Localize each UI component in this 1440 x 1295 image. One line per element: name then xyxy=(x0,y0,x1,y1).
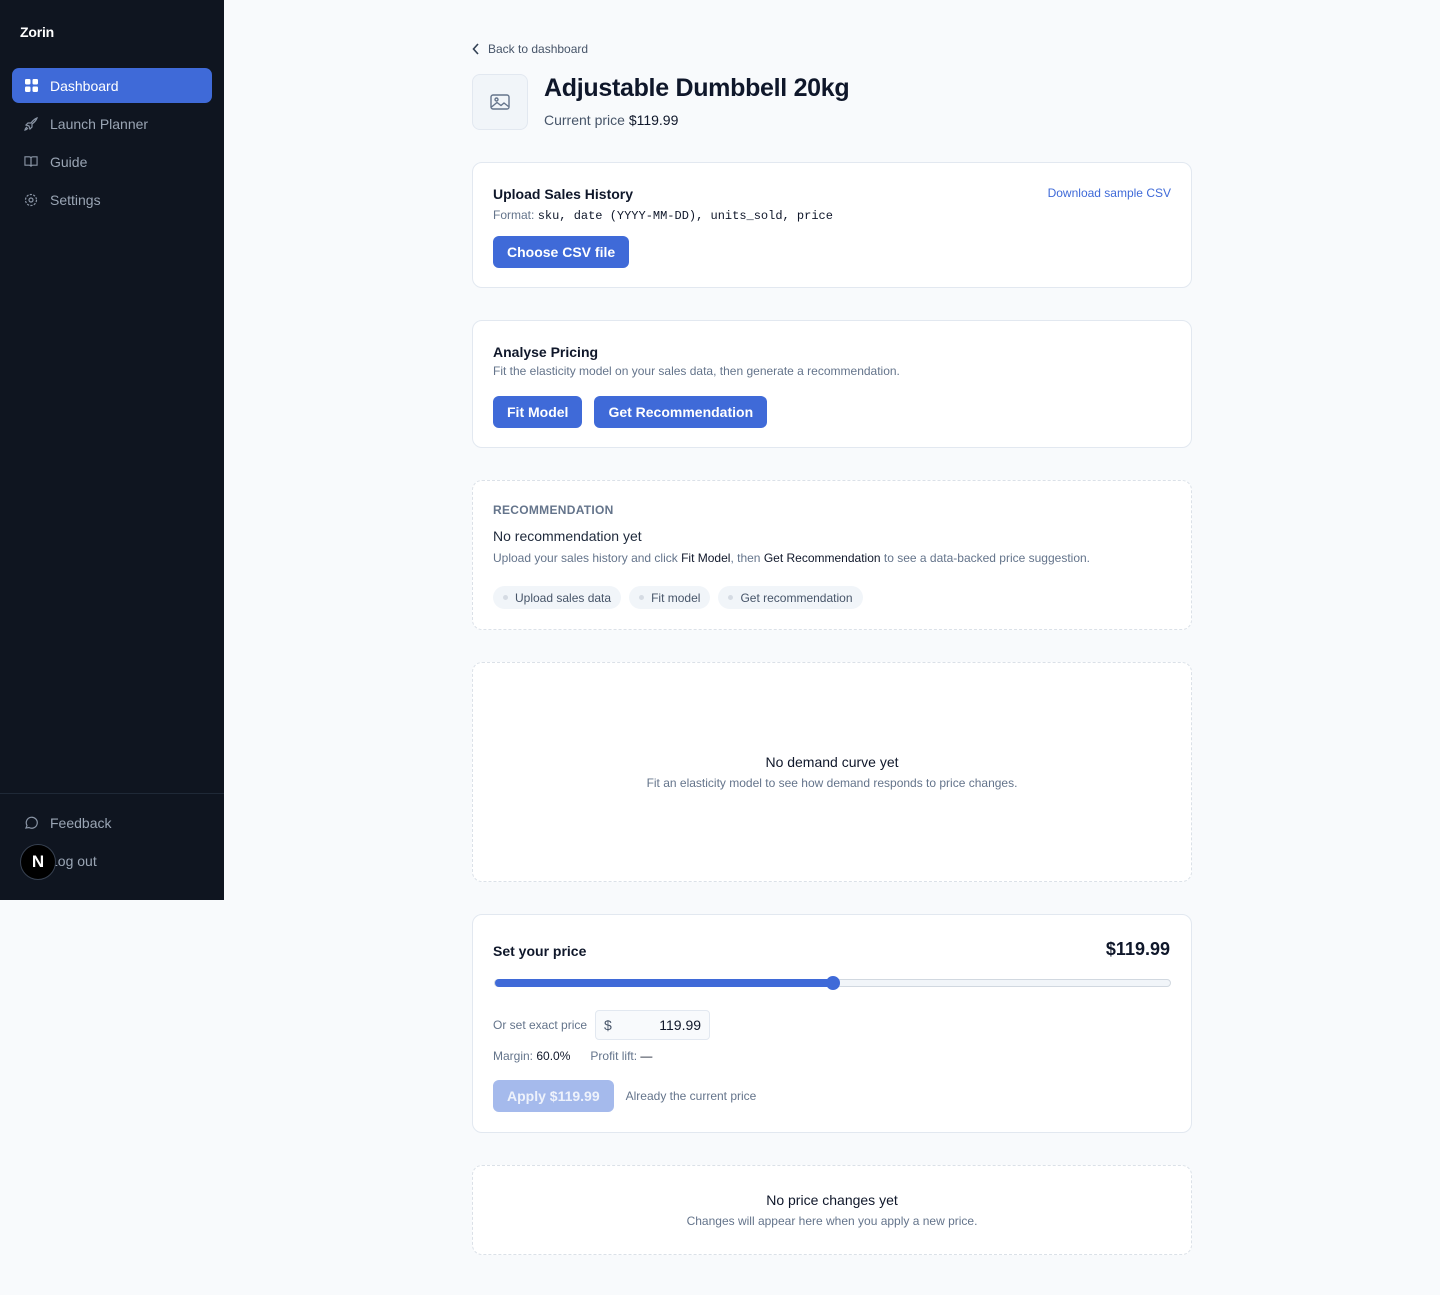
sidebar-item-label: Log out xyxy=(50,852,97,869)
product-thumbnail xyxy=(472,74,528,130)
price-slider[interactable] xyxy=(494,976,1171,990)
step-label: Fit model xyxy=(651,590,701,605)
back-label: Back to dashboard xyxy=(488,42,589,56)
sub-get-recommendation: Get Recommendation xyxy=(763,551,881,565)
sidebar-item-label: Settings xyxy=(50,191,101,208)
format-hint: Format: sku, date (YYYY-MM-DD), units_so… xyxy=(493,208,833,223)
gear-icon xyxy=(24,193,38,207)
sidebar-item-feedback[interactable]: Feedback xyxy=(12,805,212,840)
recommendation-card: RECOMMENDATION No recommendation yet Upl… xyxy=(472,480,1192,630)
sidebar: Zorin Dashboard Launch Planner Guide Set… xyxy=(0,0,224,900)
exact-price-value[interactable]: 119.99 xyxy=(659,1017,701,1033)
step-pill: Get recommendation xyxy=(718,586,863,609)
analyse-buttons: Fit Model Get Recommendation xyxy=(493,396,768,428)
current-price-label: Current price xyxy=(544,112,625,128)
avatar[interactable]: N xyxy=(20,844,56,880)
price-metrics: Margin: 60.0% Profit lift: — xyxy=(493,1049,652,1063)
price-slider-thumb[interactable] xyxy=(825,976,840,990)
step-dot-icon xyxy=(503,595,508,600)
step-pill: Fit model xyxy=(629,586,711,609)
profit-lift-metric: Profit lift: — xyxy=(590,1049,652,1063)
analyse-pricing-card: Analyse Pricing Fit the elasticity model… xyxy=(472,320,1192,448)
sidebar-item-label: Launch Planner xyxy=(50,115,149,132)
sidebar-item-settings[interactable]: Settings xyxy=(12,182,212,217)
demand-curve-subtitle: Fit an elasticity model to see how deman… xyxy=(646,776,1018,790)
sidebar-item-label: Feedback xyxy=(50,814,112,831)
recommendation-label: RECOMMENDATION xyxy=(493,503,614,517)
analyse-description: Fit the elasticity model on your sales d… xyxy=(493,364,900,378)
set-price-title: Set your price xyxy=(493,943,587,959)
recommendation-headline: No recommendation yet xyxy=(493,528,642,544)
apply-note: Already the current price xyxy=(625,1089,757,1103)
price-slider-fill xyxy=(495,979,833,987)
step-label: Upload sales data xyxy=(515,590,612,605)
brand-logo[interactable]: Zorin xyxy=(20,24,54,40)
set-price-value: $119.99 xyxy=(1105,939,1170,959)
step-label: Get recommendation xyxy=(740,590,853,605)
sidebar-item-launch-planner[interactable]: Launch Planner xyxy=(12,106,212,141)
sidebar-item-label: Dashboard xyxy=(50,77,119,94)
grid-icon xyxy=(24,79,38,93)
fit-model-button[interactable]: Fit Model xyxy=(493,396,583,428)
sidebar-item-label: Guide xyxy=(50,153,88,170)
image-placeholder-icon xyxy=(490,94,510,110)
apply-row: Apply $119.99 Already the current price xyxy=(493,1080,756,1112)
sidebar-divider xyxy=(0,793,224,794)
upload-sales-card: Upload Sales History Format: sku, date (… xyxy=(472,162,1192,288)
book-icon xyxy=(24,155,38,169)
price-history-card: No price changes yet Changes will appear… xyxy=(472,1165,1192,1255)
current-price: Current price $119.99 xyxy=(544,112,678,128)
profit-lift-label: Profit lift: xyxy=(590,1049,638,1063)
get-recommendation-button[interactable]: Get Recommendation xyxy=(594,396,768,428)
margin-label: Margin: xyxy=(493,1049,534,1063)
profit-lift-value: — xyxy=(640,1049,653,1063)
sidebar-item-guide[interactable]: Guide xyxy=(12,144,212,179)
step-pill: Upload sales data xyxy=(493,586,622,609)
margin-metric: Margin: 60.0% xyxy=(493,1049,570,1063)
step-dot-icon xyxy=(728,595,734,600)
demand-curve-title: No demand curve yet xyxy=(765,754,899,770)
format-label: Format: xyxy=(493,208,535,222)
sub-fit-model: Fit Model xyxy=(681,551,731,565)
page-title: Adjustable Dumbbell 20kg xyxy=(544,74,850,102)
apply-price-button[interactable]: Apply $119.99 xyxy=(493,1080,614,1112)
current-price-value: $119.99 xyxy=(628,112,679,128)
recommendation-steps: Upload sales data Fit model Get recommen… xyxy=(493,586,863,609)
demand-curve-empty: No demand curve yet Fit an elasticity mo… xyxy=(473,754,1191,790)
sub-text: to see a data-backed price suggestion. xyxy=(880,551,1091,565)
analyse-title: Analyse Pricing xyxy=(493,344,599,360)
upload-title: Upload Sales History xyxy=(493,186,634,202)
price-history-subtitle: Changes will appear here when you apply … xyxy=(686,1214,978,1228)
demand-curve-card: No demand curve yet Fit an elasticity mo… xyxy=(472,662,1192,882)
sidebar-nav: Dashboard Launch Planner Guide Settings xyxy=(12,68,212,220)
price-history-title: No price changes yet xyxy=(766,1192,898,1208)
download-sample-csv-link[interactable]: Download sample CSV xyxy=(1048,186,1171,200)
rocket-icon xyxy=(24,116,38,131)
back-to-dashboard-link[interactable]: Back to dashboard xyxy=(472,42,588,56)
chevron-left-icon xyxy=(472,43,479,55)
margin-value: 60.0% xyxy=(536,1049,571,1063)
recommendation-subtitle: Upload your sales history and click Fit … xyxy=(493,551,1090,565)
sub-text: Upload your sales history and click xyxy=(493,551,682,565)
sidebar-item-dashboard[interactable]: Dashboard xyxy=(12,68,212,103)
exact-price-input[interactable]: $ 119.99 xyxy=(595,1010,711,1040)
exact-price-row: Or set exact price $ 119.99 xyxy=(493,1010,711,1040)
set-price-card: Set your price $119.99 Or set exact pric… xyxy=(472,914,1192,1133)
exact-price-label: Or set exact price xyxy=(493,1018,588,1032)
currency-symbol: $ xyxy=(604,1017,612,1033)
sub-text: , then xyxy=(730,551,764,565)
price-history-empty: No price changes yet Changes will appear… xyxy=(473,1192,1191,1228)
choose-csv-button[interactable]: Choose CSV file xyxy=(493,236,630,268)
step-dot-icon xyxy=(639,595,645,600)
chat-bubble-icon xyxy=(24,816,38,830)
format-value: sku, date (YYYY-MM-DD), units_sold, pric… xyxy=(537,209,833,223)
